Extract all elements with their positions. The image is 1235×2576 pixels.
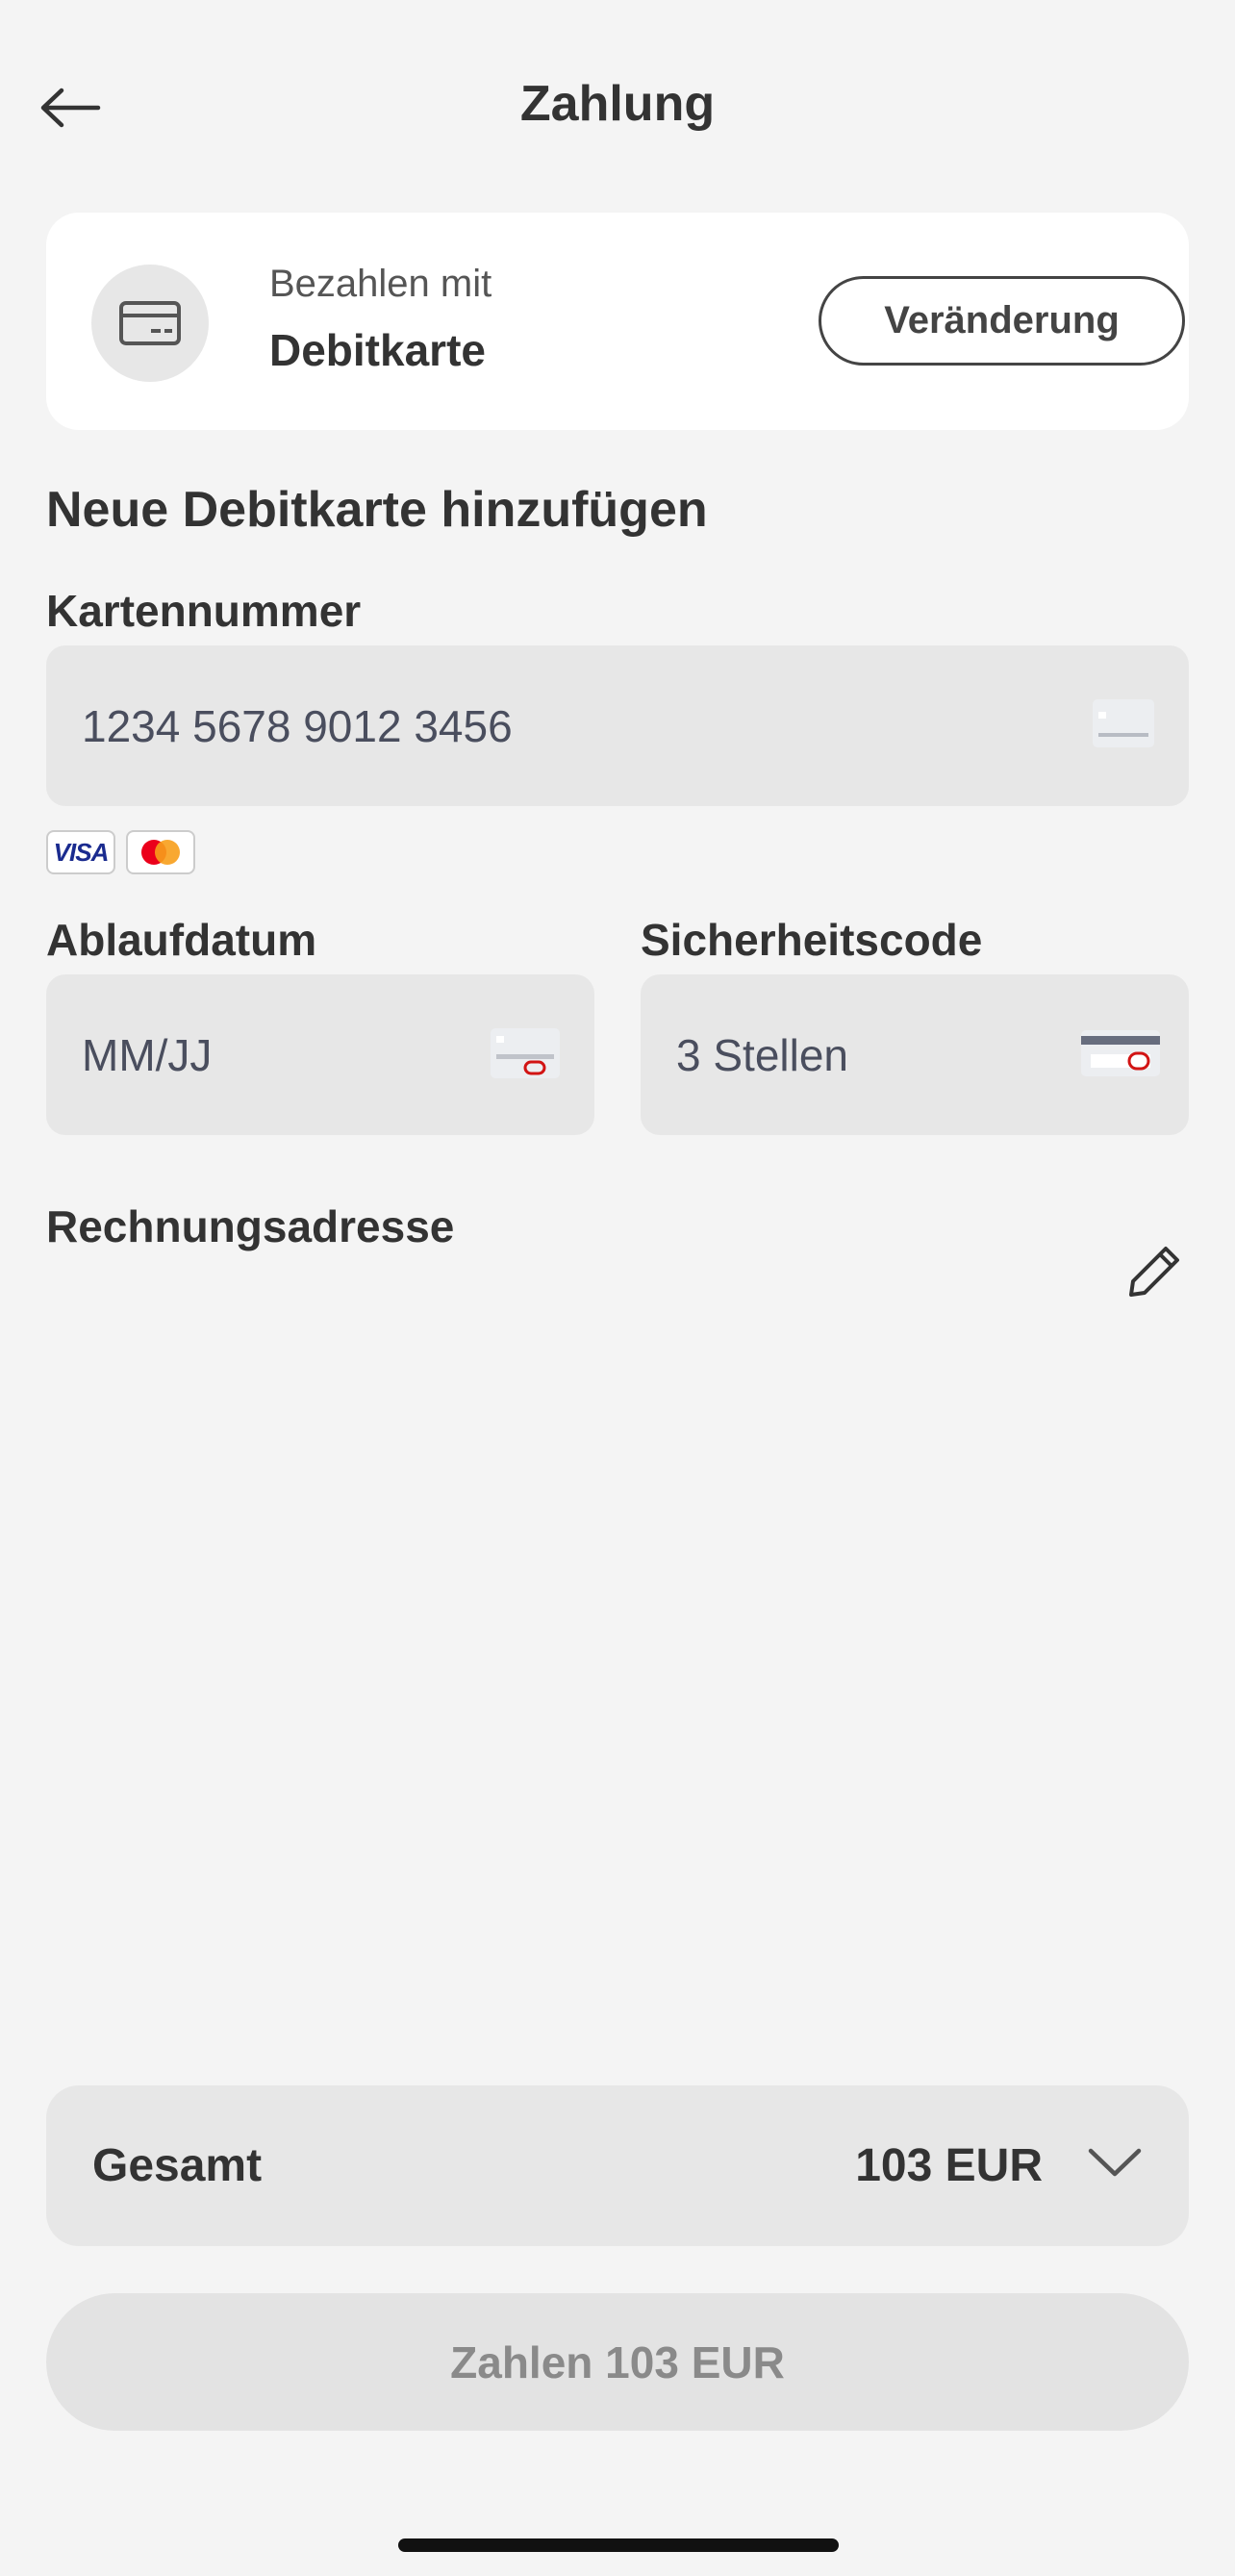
card-back-icon [1081, 1030, 1160, 1076]
card-front-icon [1093, 699, 1154, 747]
security-code-field[interactable]: 3 Stellen [641, 974, 1189, 1135]
expiry-label: Ablaufdatum [46, 915, 317, 965]
payment-method-card: Bezahlen mit Debitkarte Veränderung [46, 213, 1189, 430]
credit-card-icon [91, 265, 209, 382]
form-heading: Neue Debitkarte hinzufügen [46, 482, 708, 538]
chevron-down-icon [1088, 2148, 1142, 2177]
total-summary[interactable]: Gesamt 103 EUR [46, 2085, 1189, 2246]
expiry-placeholder: MM/JJ [82, 1029, 213, 1080]
card-expiry-icon [491, 1028, 560, 1078]
total-value: 103 EUR [855, 2140, 1043, 2191]
pay-button[interactable]: Zahlen 103 EUR [46, 2293, 1189, 2431]
pencil-icon [1129, 1247, 1179, 1297]
payment-method-name: Debitkarte [269, 325, 486, 375]
expiry-field[interactable]: MM/JJ [46, 974, 594, 1135]
edit-billing-button[interactable] [1123, 1239, 1191, 1306]
security-code-placeholder: 3 Stellen [676, 1029, 849, 1080]
page-title: Zahlung [519, 76, 716, 132]
change-payment-button[interactable]: Veränderung [819, 276, 1185, 366]
card-number-field[interactable]: 1234 5678 9012 3456 [46, 645, 1189, 806]
billing-address-label: Rechnungsadresse [46, 1201, 455, 1251]
total-label: Gesamt [92, 2140, 263, 2191]
home-indicator [398, 2538, 839, 2552]
visa-logo: VISA [46, 830, 115, 874]
card-number-placeholder: 1234 5678 9012 3456 [82, 700, 513, 751]
security-code-label: Sicherheitscode [641, 915, 983, 965]
payment-method-prefix: Bezahlen mit [269, 263, 492, 305]
card-number-label: Kartennummer [46, 586, 362, 636]
mastercard-logo [126, 830, 195, 874]
visa-logo-text: VISA [53, 837, 110, 867]
